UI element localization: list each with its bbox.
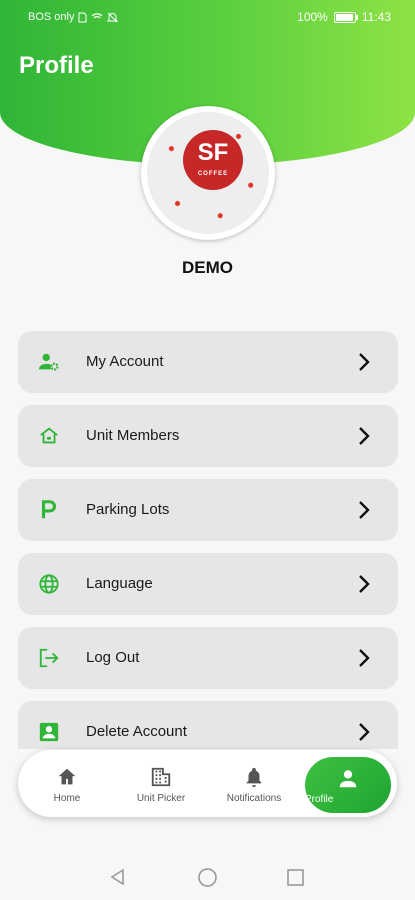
parking-icon (41, 500, 56, 519)
chevron-right-icon (359, 649, 370, 667)
chevron-right-icon (359, 723, 370, 741)
menu-item-language[interactable]: Language (18, 553, 398, 615)
menu-item-label: My Account (86, 353, 164, 370)
avatar-logo-text: SF (197, 139, 229, 166)
nav-label: Unit Picker (136, 793, 186, 804)
profile-name: DEMO (182, 258, 233, 277)
back-icon[interactable] (108, 867, 128, 887)
nav-label: Home (53, 793, 81, 804)
chevron-right-icon (359, 353, 370, 371)
bottom-nav: Home Unit Picker Notifications Profile (18, 750, 397, 817)
person-icon (339, 770, 357, 788)
avatar-logo-subtext: COFFEE (197, 171, 229, 177)
page-title: Profile (19, 52, 94, 79)
menu-item-unit-members[interactable]: Unit Members (18, 405, 398, 467)
system-nav-bar (0, 858, 415, 898)
menu-item-my-account[interactable]: My Account (18, 331, 398, 393)
nav-notifications[interactable]: Notifications (206, 750, 302, 817)
menu-item-label: Language (86, 575, 153, 592)
battery-icon (333, 11, 358, 23)
nav-profile[interactable]: Profile (305, 757, 391, 813)
chevron-right-icon (359, 427, 370, 445)
account-box-icon (39, 722, 59, 742)
nav-label: Notifications (226, 793, 282, 804)
menu-item-delete-account[interactable]: Delete Account (18, 701, 398, 749)
avatar-image: SF COFFEE (147, 112, 269, 234)
profile-menu: My Account Unit Members Parking Lots Lan… (18, 331, 398, 749)
home-icon (58, 768, 76, 785)
bell-icon (246, 767, 262, 788)
menu-item-label: Log Out (86, 649, 140, 666)
menu-item-parking-lots[interactable]: Parking Lots (18, 479, 398, 541)
nav-unit-picker[interactable]: Unit Picker (116, 750, 206, 817)
user-gear-icon (38, 353, 59, 371)
wifi-off-icon (92, 12, 103, 18)
menu-item-label: Unit Members (86, 427, 180, 444)
home-circle-icon[interactable] (197, 867, 218, 888)
battery-percent: 100% (297, 10, 328, 24)
menu-item-label: Parking Lots (86, 501, 170, 518)
carrier-label: BOS only (28, 11, 75, 23)
nav-label: Profile (305, 794, 334, 805)
clock: 11:43 (361, 10, 391, 24)
menu-item-log-out[interactable]: Log Out (18, 627, 398, 689)
chevron-right-icon (359, 501, 370, 519)
logout-icon (39, 648, 59, 668)
recents-icon[interactable] (286, 868, 305, 887)
building-icon (151, 767, 171, 787)
avatar-logo: SF COFFEE (183, 130, 243, 190)
sim-icon (78, 12, 87, 22)
mute-icon (107, 12, 119, 22)
chevron-right-icon (359, 575, 370, 593)
home-icon (40, 427, 58, 444)
nav-home[interactable]: Home (18, 750, 116, 817)
avatar[interactable]: SF COFFEE (141, 106, 275, 240)
globe-icon (39, 574, 59, 594)
status-bar: BOS only 100% 11:43 (0, 0, 415, 34)
menu-item-label: Delete Account (86, 723, 187, 740)
